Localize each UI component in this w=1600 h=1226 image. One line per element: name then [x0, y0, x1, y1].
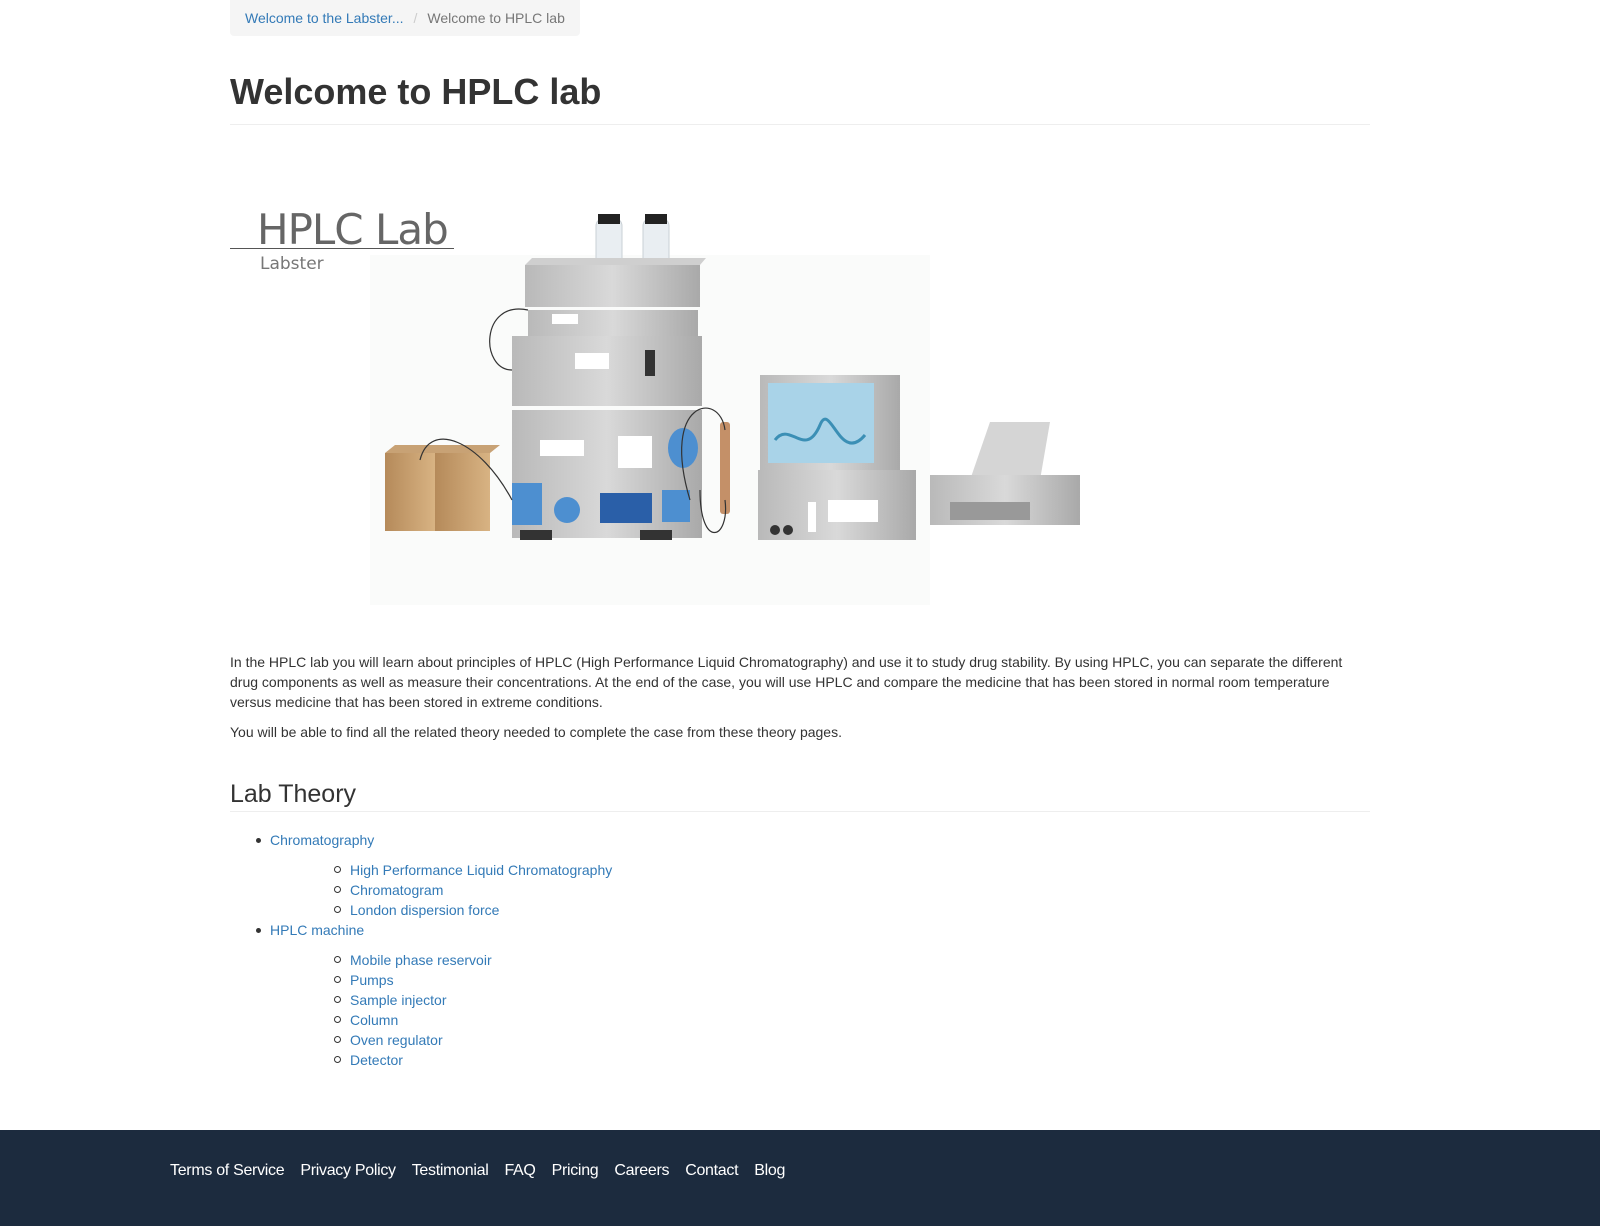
list-item: Oven regulator: [270, 1030, 612, 1050]
intro-text: In the HPLC lab you will learn about pri…: [230, 652, 1370, 752]
waste-boxes: [385, 445, 500, 531]
footer-link-pricing[interactable]: Pricing: [552, 1162, 599, 1180]
list-item: Detector: [270, 1050, 612, 1070]
hplc-equipment-illustration: [370, 214, 1080, 605]
intro-paragraph: In the HPLC lab you will learn about pri…: [230, 654, 1343, 710]
breadcrumb-item-labster[interactable]: Welcome to the Labster...: [245, 10, 404, 26]
list-item: Sample injector: [270, 990, 612, 1010]
hero-illustration: HPLC Lab Labster: [230, 200, 1130, 620]
hero-title: HPLC Lab: [257, 205, 449, 254]
link-chromatogram[interactable]: Chromatogram: [350, 882, 443, 898]
footer-link-privacy[interactable]: Privacy Policy: [300, 1162, 396, 1180]
list-item: London dispersion force: [270, 900, 612, 920]
link-hplc[interactable]: High Performance Liquid Chromatography: [350, 862, 612, 878]
link-sample-injector[interactable]: Sample injector: [350, 992, 447, 1008]
lab-theory-heading: Lab Theory: [230, 780, 1370, 812]
footer-link-blog[interactable]: Blog: [754, 1162, 785, 1180]
link-chromatography[interactable]: Chromatography: [270, 832, 374, 848]
footer-link-faq[interactable]: FAQ: [504, 1162, 535, 1180]
link-mobile-phase-reservoir[interactable]: Mobile phase reservoir: [350, 952, 492, 968]
footer-link-careers[interactable]: Careers: [614, 1162, 669, 1180]
footer-link-terms[interactable]: Terms of Service: [170, 1162, 285, 1180]
list-item: Pumps: [270, 970, 612, 990]
page-title: Welcome to HPLC lab: [230, 72, 1370, 125]
printer: [930, 422, 1080, 525]
link-pumps[interactable]: Pumps: [350, 972, 394, 988]
list-item: High Performance Liquid Chromatography: [270, 860, 612, 880]
footer-nav: Terms of Service Privacy Policy Testimon…: [170, 1162, 785, 1180]
link-column[interactable]: Column: [350, 1012, 398, 1028]
hero-subtitle: Labster: [260, 254, 324, 274]
breadcrumb-item-current: Welcome to HPLC lab: [427, 10, 565, 26]
breadcrumb: Welcome to the Labster... / Welcome to H…: [230, 0, 580, 36]
link-detector[interactable]: Detector: [350, 1052, 403, 1068]
intro-paragraph: You will be able to find all the related…: [230, 724, 842, 740]
list-item: Mobile phase reservoir: [270, 950, 612, 970]
list-item: HPLC machine Mobile phase reservoir Pump…: [230, 920, 612, 1070]
computer: [758, 375, 916, 540]
footer-link-testimonial[interactable]: Testimonial: [412, 1162, 489, 1180]
list-item: Chromatography High Performance Liquid C…: [230, 830, 612, 920]
link-london-dispersion-force[interactable]: London dispersion force: [350, 902, 499, 918]
list-item: Column: [270, 1010, 612, 1030]
theory-list: Chromatography High Performance Liquid C…: [230, 830, 612, 1070]
hero-divider: [230, 248, 454, 249]
link-oven-regulator[interactable]: Oven regulator: [350, 1032, 443, 1048]
breadcrumb-separator: /: [413, 10, 418, 26]
footer-link-contact[interactable]: Contact: [685, 1162, 738, 1180]
footer: Terms of Service Privacy Policy Testimon…: [0, 1130, 1600, 1226]
list-item: Chromatogram: [270, 880, 612, 900]
link-hplc-machine[interactable]: HPLC machine: [270, 922, 364, 938]
